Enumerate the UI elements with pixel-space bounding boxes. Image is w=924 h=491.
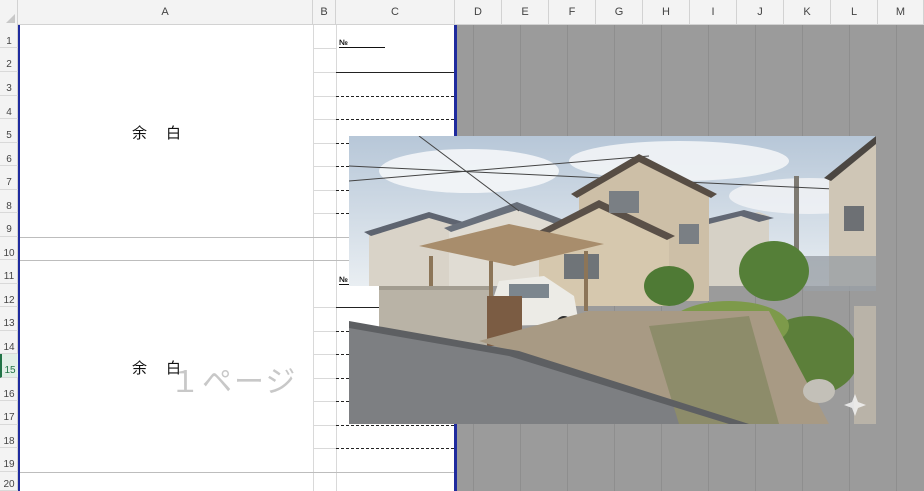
column-header-e[interactable]: E: [502, 0, 549, 25]
row-header-7[interactable]: 7: [0, 166, 18, 190]
column-header-j[interactable]: J: [737, 0, 784, 25]
column-header: A B C D E F G H I J K L M: [0, 0, 924, 25]
row-header-2[interactable]: 2: [0, 48, 18, 72]
row-header-1[interactable]: 1: [0, 25, 18, 48]
column-header-f[interactable]: F: [549, 0, 596, 25]
column-header-i[interactable]: I: [690, 0, 737, 25]
row-header-11[interactable]: 11: [0, 260, 18, 284]
row-header-14[interactable]: 14: [0, 331, 18, 354]
select-all-button[interactable]: [0, 0, 18, 25]
row-header-12[interactable]: 12: [0, 284, 18, 307]
row-header-10[interactable]: 10: [0, 237, 18, 260]
row-header-20[interactable]: 20: [0, 472, 18, 491]
row-header-17[interactable]: 17: [0, 401, 18, 425]
row-header-9[interactable]: 9: [0, 213, 18, 237]
row-header-8[interactable]: 8: [0, 190, 18, 213]
gridline: [313, 25, 314, 491]
inserted-house-photo[interactable]: [349, 136, 876, 424]
number-label-block-1: №: [339, 38, 385, 48]
row-header-15[interactable]: 15: [0, 354, 18, 378]
column-header-b[interactable]: B: [313, 0, 336, 25]
row-header-3[interactable]: 3: [0, 72, 18, 96]
column-header-c[interactable]: C: [336, 0, 455, 25]
house-photo-image: [349, 136, 876, 424]
row-header-18[interactable]: 18: [0, 425, 18, 448]
gridline: [336, 25, 337, 491]
column-header-d[interactable]: D: [455, 0, 502, 25]
column-header-a[interactable]: A: [18, 0, 313, 25]
row-header-19[interactable]: 19: [0, 448, 18, 472]
margin-label-block-1: 余 白: [132, 126, 184, 142]
page-break-border-left: [18, 25, 20, 491]
row-header-4[interactable]: 4: [0, 96, 18, 119]
row-header-5[interactable]: 5: [0, 119, 18, 143]
column-header-g[interactable]: G: [596, 0, 643, 25]
row-header-13[interactable]: 13: [0, 307, 18, 331]
column-header-h[interactable]: H: [643, 0, 690, 25]
row-header: 1 2 3 4 5 6 7 8 9 10 11 12 13 14 15 16 1…: [0, 25, 18, 491]
column-header-m[interactable]: M: [878, 0, 924, 25]
row-header-6[interactable]: 6: [0, 143, 18, 166]
row-header-16[interactable]: 16: [0, 378, 18, 401]
column-header-l[interactable]: L: [831, 0, 878, 25]
column-header-k[interactable]: K: [784, 0, 831, 25]
page-break-watermark: １ページ: [170, 365, 298, 400]
